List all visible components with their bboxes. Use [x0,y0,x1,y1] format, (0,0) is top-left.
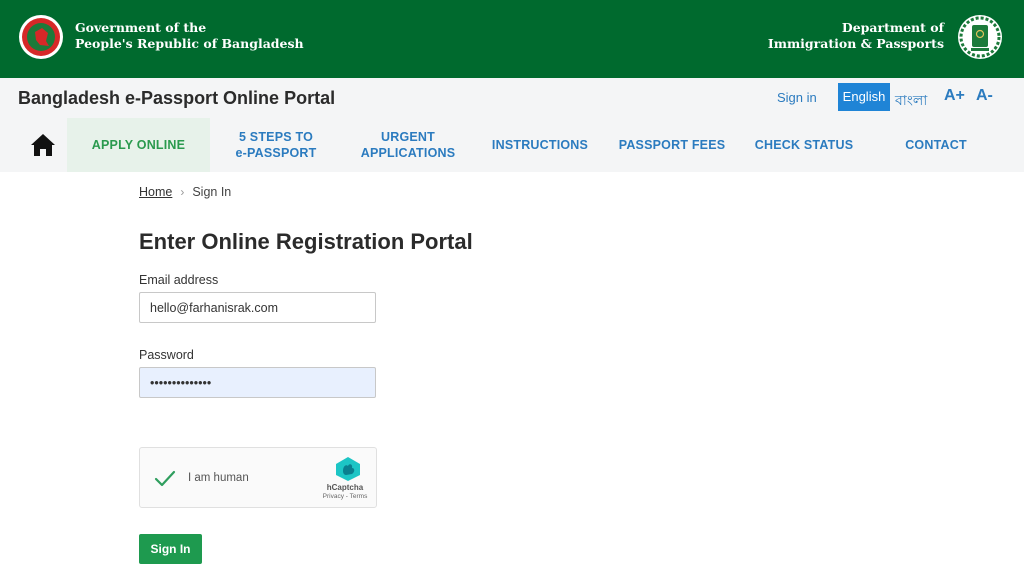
nav-label: URGENT APPLICATIONS [360,130,456,160]
gov-line-1: Government of the [75,20,207,35]
portal-title: Bangladesh e-Passport Online Portal [18,88,336,108]
sign-in-button[interactable]: Sign In [139,534,202,564]
captcha-brand: hCaptcha [326,483,364,492]
dept-line-2: Immigration & Passports [767,36,944,51]
captcha-privacy-terms-links[interactable]: Privacy - Terms [320,493,370,500]
main-nav: APPLY ONLINE 5 STEPS TO e-PASSPORT URGEN… [0,118,1024,172]
gov-line-2: People's Republic of Bangladesh [75,36,304,51]
government-title: Government of the People's Republic of B… [75,20,304,52]
nav-label: CONTACT [905,138,967,152]
breadcrumb-current: Sign In [192,185,232,199]
nav-label: CHECK STATUS [754,138,854,152]
department-emblem-icon [958,15,1002,59]
nav-5-steps[interactable]: 5 STEPS TO e-PASSPORT [210,118,342,172]
password-field[interactable] [139,367,376,398]
email-label: Email address [139,273,219,287]
font-increase-button[interactable]: A+ [944,87,965,105]
nav-label: APPLY ONLINE [91,138,186,152]
nav-apply-online[interactable]: APPLY ONLINE [67,118,210,172]
hcaptcha-widget: I am human hCaptcha Privacy - Terms [139,447,377,508]
font-decrease-button[interactable]: A- [976,87,993,105]
email-field[interactable] [139,292,376,323]
captcha-checkbox[interactable] [152,466,178,492]
breadcrumb-home-link[interactable]: Home [139,185,172,199]
signin-link[interactable]: Sign in [777,90,817,105]
hcaptcha-logo-icon [336,457,360,481]
nav-label: PASSPORT FEES [618,138,726,152]
language-bangla-button[interactable]: বাংলা [895,89,927,113]
portal-header: Bangladesh e-Passport Online Portal Sign… [0,78,1024,118]
breadcrumb: Home › Sign In [139,185,231,199]
dept-line-1: Department of [841,20,944,35]
government-emblem-icon [19,15,63,59]
nav-check-status[interactable]: CHECK STATUS [738,118,870,172]
department-title: Department of Immigration & Passports [768,20,944,52]
nav-urgent-applications[interactable]: URGENT APPLICATIONS [342,118,474,172]
captcha-label: I am human [188,472,249,484]
nav-label: 5 STEPS TO e-PASSPORT [235,130,317,160]
nav-contact[interactable]: CONTACT [870,118,1002,172]
nav-instructions[interactable]: INSTRUCTIONS [474,118,606,172]
nav-passport-fees[interactable]: PASSPORT FEES [606,118,738,172]
home-icon[interactable] [30,132,56,158]
chevron-right-icon: › [180,185,185,199]
nav-label: INSTRUCTIONS [491,138,589,152]
password-label: Password [139,348,194,362]
language-english-button[interactable]: English [838,83,890,111]
top-banner: Government of the People's Republic of B… [0,0,1024,78]
page-title: Enter Online Registration Portal [139,229,473,254]
